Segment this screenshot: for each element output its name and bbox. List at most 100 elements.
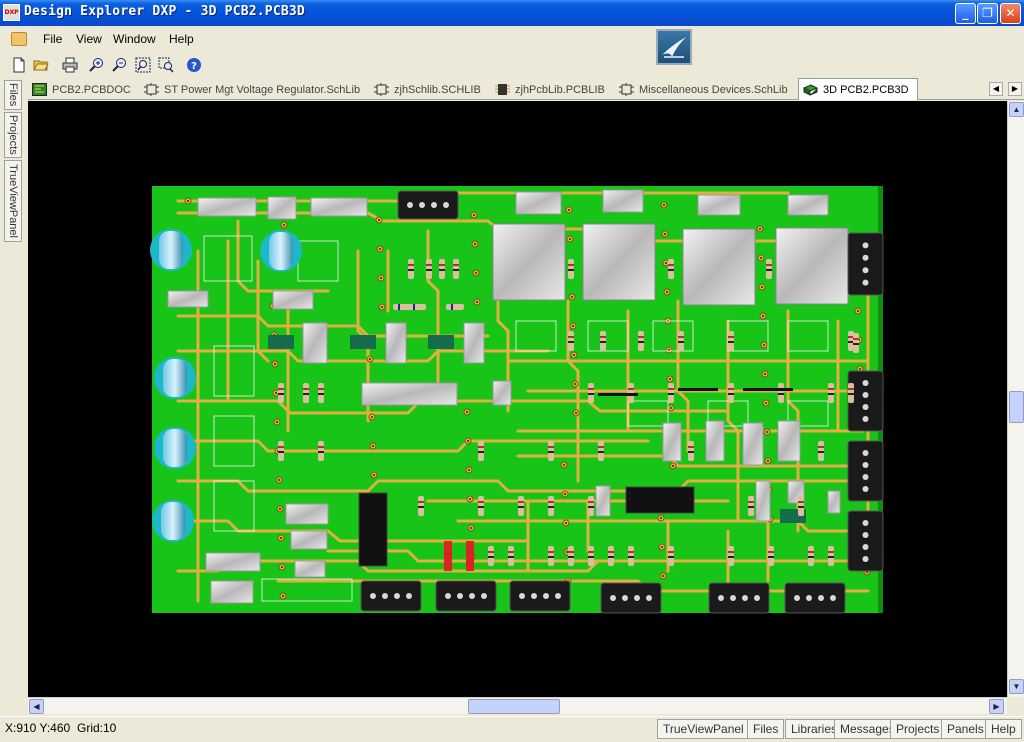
metal-component bbox=[302, 322, 328, 364]
via-hole bbox=[379, 248, 381, 250]
schematic-library-icon bbox=[374, 83, 389, 96]
via-hole bbox=[380, 277, 382, 279]
metal-component bbox=[777, 420, 801, 462]
menu-help[interactable]: Help bbox=[169, 32, 194, 46]
resistor-band bbox=[828, 556, 834, 558]
resistor-band bbox=[588, 506, 594, 508]
connector-pin bbox=[794, 595, 800, 601]
menu-view[interactable]: View bbox=[76, 32, 102, 46]
connector-pin bbox=[406, 593, 412, 599]
resistor-band bbox=[668, 264, 674, 266]
via-hole bbox=[761, 286, 763, 288]
menu-file[interactable]: File bbox=[43, 32, 62, 46]
connector-pin bbox=[862, 242, 869, 249]
dxp-app-icon[interactable]: DXP bbox=[3, 4, 20, 21]
resistor-band bbox=[728, 551, 734, 553]
pcb-3d-viewport[interactable] bbox=[28, 101, 1007, 697]
zoom-fit-icon[interactable] bbox=[134, 56, 152, 74]
panel-button-trueviewpanel[interactable]: TrueViewPanel bbox=[657, 719, 750, 739]
connector-pin bbox=[818, 595, 824, 601]
side-tab-projects[interactable]: Projects bbox=[4, 112, 22, 158]
tab-3d-pcb2-pcb3d[interactable]: 3D PCB2.PCB3D bbox=[798, 78, 918, 100]
document-tab-bar: PCB2.PCBDOC ST Power Mgt Voltage Regulat… bbox=[28, 78, 1024, 100]
via-hole bbox=[369, 358, 371, 360]
resistor-band bbox=[798, 506, 804, 508]
capacitor-body bbox=[163, 359, 187, 397]
via-hole bbox=[664, 233, 666, 235]
connector-pin bbox=[862, 279, 869, 286]
menu-window[interactable]: Window bbox=[113, 32, 156, 46]
altium-logo-icon bbox=[656, 29, 692, 65]
horizontal-scroll-thumb[interactable] bbox=[468, 699, 560, 714]
tab-zjhschlib[interactable]: zjhSchlib.SCHLIB bbox=[374, 80, 481, 99]
via-hole bbox=[666, 291, 668, 293]
metal-component bbox=[787, 194, 829, 216]
pcb-3d-render[interactable] bbox=[28, 101, 1007, 697]
via-hole bbox=[279, 508, 281, 510]
title-bar[interactable]: DXP Design Explorer DXP - 3D PCB2.PCB3D … bbox=[0, 0, 1024, 26]
metal-component bbox=[267, 196, 297, 220]
connector-pin bbox=[445, 593, 451, 599]
via-hole bbox=[765, 402, 767, 404]
resistor-band bbox=[439, 264, 445, 266]
maximize-button[interactable]: ❐ bbox=[977, 3, 998, 24]
zoom-area-icon[interactable] bbox=[157, 56, 175, 74]
tab-miscellaneous-devices-schlib[interactable]: Miscellaneous Devices.SchLib bbox=[619, 80, 788, 99]
resistor-band bbox=[548, 451, 554, 453]
resistor-band bbox=[508, 551, 514, 553]
resistor-band bbox=[518, 501, 524, 503]
document-menu-icon[interactable] bbox=[11, 32, 27, 46]
panel-button-files[interactable]: Files bbox=[747, 719, 785, 739]
print-icon[interactable] bbox=[61, 56, 79, 74]
scroll-up-button[interactable]: ▲ bbox=[1009, 102, 1024, 117]
minimize-button[interactable]: _ bbox=[955, 3, 976, 24]
resistor-band bbox=[668, 556, 674, 558]
open-folder-icon[interactable] bbox=[32, 56, 50, 74]
close-button[interactable]: ✕ bbox=[1000, 3, 1021, 24]
resistor-band bbox=[798, 501, 804, 503]
horizontal-scrollbar[interactable]: ◀ ▶ bbox=[28, 697, 1007, 714]
vertical-scrollbar[interactable]: ▲ ▼ bbox=[1007, 101, 1024, 697]
scroll-left-button[interactable]: ◀ bbox=[29, 699, 44, 714]
via-hole bbox=[663, 204, 665, 206]
connector-pin bbox=[754, 595, 760, 601]
via-hole bbox=[575, 412, 577, 414]
panel-button-panels[interactable]: Panels bbox=[941, 719, 990, 739]
vertical-scroll-thumb[interactable] bbox=[1009, 391, 1024, 423]
via-hole bbox=[762, 315, 764, 317]
tab-scroll-right-button[interactable]: ▶ bbox=[1008, 82, 1022, 96]
resistor-band bbox=[688, 446, 694, 448]
connector-pin bbox=[730, 595, 736, 601]
zoom-in-icon[interactable] bbox=[88, 56, 106, 74]
tab-scroll-left-button[interactable]: ◀ bbox=[989, 82, 1003, 96]
resistor-band bbox=[848, 393, 854, 395]
window-title: Design Explorer DXP - 3D PCB2.PCB3D bbox=[24, 4, 305, 19]
tab-zjhpcblib[interactable]: zjhPcbLib.PCBLIB bbox=[495, 80, 605, 99]
tab-pcb2-pcbdoc[interactable]: PCB2.PCBDOC bbox=[32, 80, 131, 99]
new-document-icon[interactable] bbox=[10, 56, 28, 74]
via-hole bbox=[378, 219, 380, 221]
tab-st-power-mgt-schlib[interactable]: ST Power Mgt Voltage Regulator.SchLib bbox=[144, 80, 360, 99]
resistor-band bbox=[478, 446, 484, 448]
zoom-out-icon[interactable] bbox=[111, 56, 129, 74]
scroll-down-button[interactable]: ▼ bbox=[1009, 679, 1024, 694]
resistor-band bbox=[548, 501, 554, 503]
side-tab-trueviewpanel[interactable]: TrueViewPanel bbox=[4, 160, 22, 242]
via-hole bbox=[662, 575, 664, 577]
connector-pin bbox=[862, 380, 869, 386]
via-hole bbox=[278, 479, 280, 481]
resistor bbox=[408, 304, 426, 310]
metal-component bbox=[705, 420, 725, 462]
resistor-band bbox=[303, 393, 309, 395]
resistor-band bbox=[668, 269, 674, 271]
panel-button-help[interactable]: Help bbox=[985, 719, 1022, 739]
panel-button-projects[interactable]: Projects bbox=[890, 719, 946, 739]
scroll-right-button[interactable]: ▶ bbox=[989, 699, 1004, 714]
metal-component bbox=[602, 189, 644, 213]
status-bar: X:910 Y:460 Grid:10 TrueViewPanel Files … bbox=[0, 716, 1024, 742]
help-icon[interactable]: ? bbox=[185, 56, 203, 74]
connector-pin bbox=[862, 392, 869, 398]
side-panel-tabs: Files Projects TrueViewPanel bbox=[2, 80, 22, 700]
schematic-library-icon bbox=[144, 83, 159, 96]
side-tab-files[interactable]: Files bbox=[4, 80, 22, 110]
